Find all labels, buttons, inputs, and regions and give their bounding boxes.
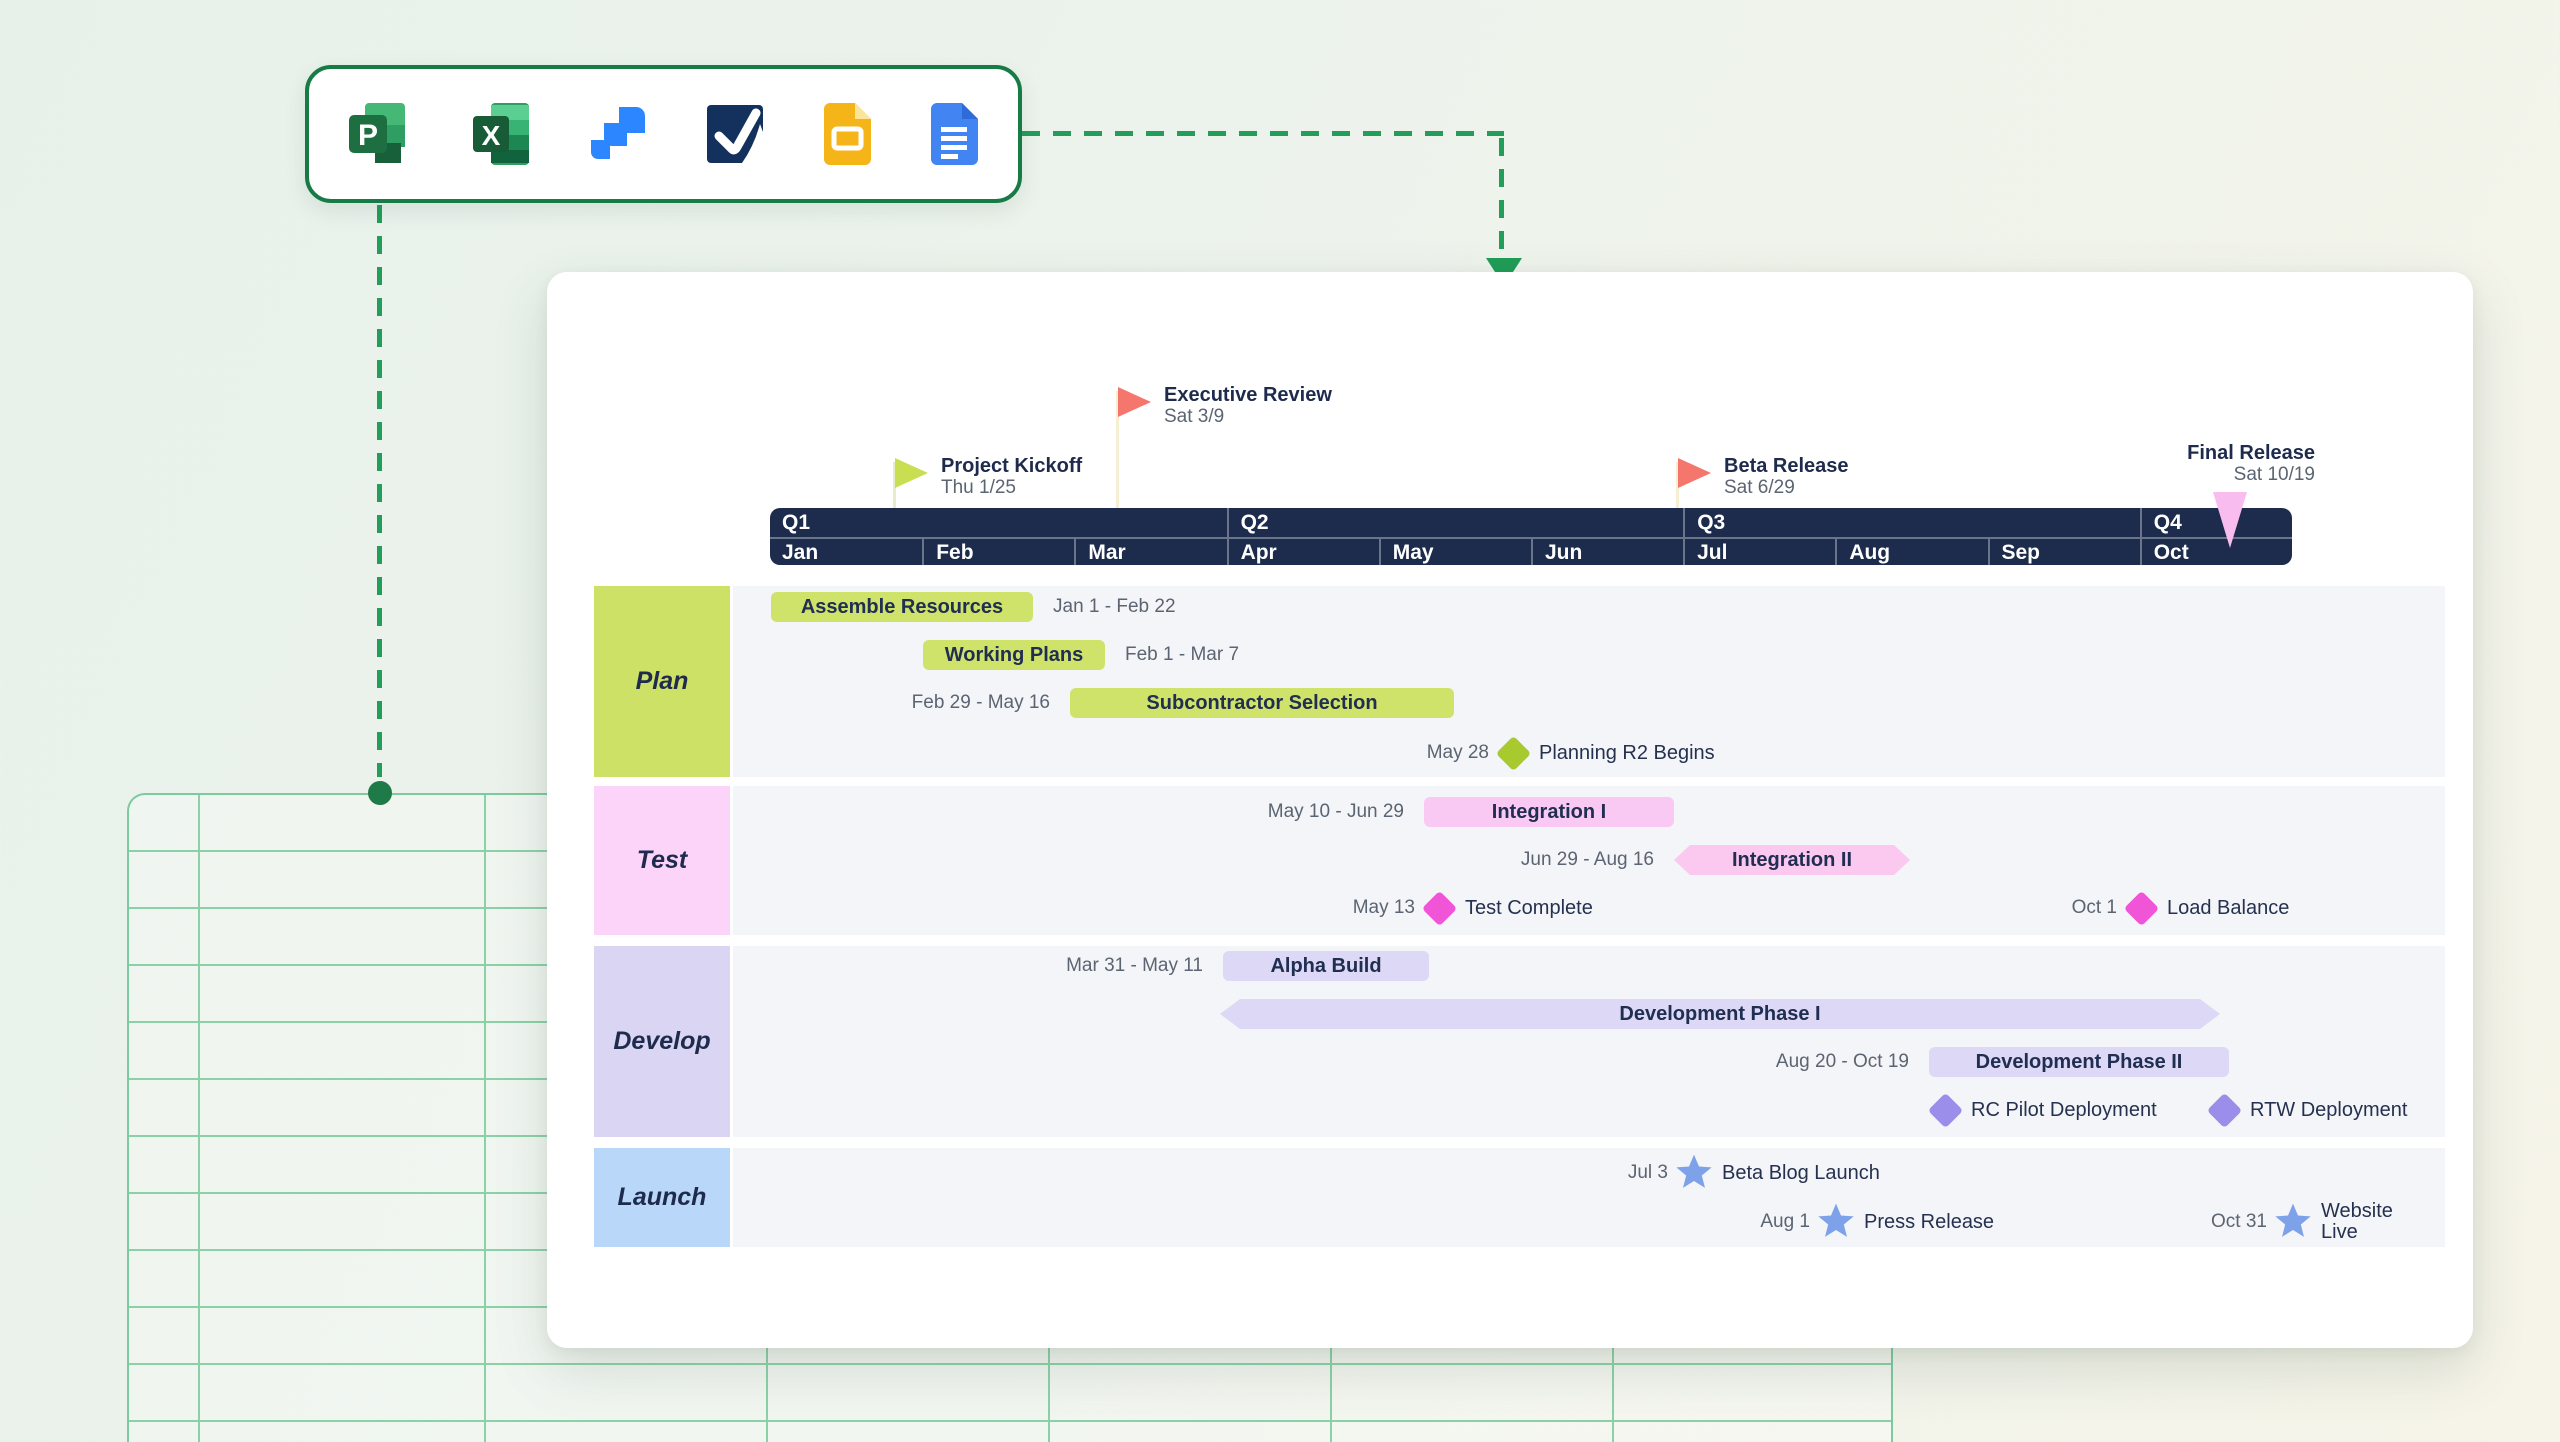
- milestone-label-group: Project KickoffThu 1/25: [941, 455, 1082, 499]
- quarter-cell: Q4: [2140, 508, 2292, 537]
- milestone-item-label: Test Complete: [1465, 893, 1593, 923]
- milestone-date: Sat 6/29: [1724, 477, 1849, 499]
- lane-label-plan: Plan: [594, 586, 730, 777]
- milestone-item-date: Oct 31: [2211, 1207, 2267, 1237]
- dashed-connector-horizontal: [1022, 131, 1504, 136]
- milestone-item-label: RTW Deployment: [2250, 1095, 2407, 1125]
- flag-icon[interactable]: [895, 458, 928, 488]
- lane-row-background: [733, 946, 2445, 1137]
- lane-label-develop: Develop: [594, 946, 730, 1137]
- lane-row-background: [733, 1148, 2445, 1247]
- month-cell: Aug: [1835, 537, 1987, 565]
- gantt-bar-label: Subcontractor Selection: [1070, 688, 1454, 718]
- milestone-label-group: Beta ReleaseSat 6/29: [1724, 455, 1849, 499]
- timeline-month-row: JanFebMarAprMayJunJulAugSepOct: [770, 537, 2292, 565]
- milestone-label-group: Final ReleaseSat 10/19: [2187, 442, 2315, 486]
- milestone-item-date: Aug 1: [1760, 1207, 1810, 1237]
- task-date-range: Mar 31 - May 11: [1066, 951, 1203, 981]
- timeline-quarter-row: Q1Q2Q3Q4: [770, 508, 2292, 537]
- gantt-card: Project KickoffThu 1/25Executive ReviewS…: [547, 272, 2473, 1348]
- milestone-item-label: Load Balance: [2167, 893, 2289, 923]
- task-date-range: Feb 1 - Mar 7: [1125, 640, 1239, 670]
- milestone-date: Sat 3/9: [1164, 406, 1332, 428]
- milestone-item-date: Jul 3: [1628, 1158, 1668, 1188]
- quarter-cell: Q2: [1227, 508, 1684, 537]
- milestone-item-date: May 28: [1427, 738, 1489, 768]
- flag-icon[interactable]: [1678, 458, 1711, 488]
- gantt-bar[interactable]: Development Phase II: [1929, 1047, 2229, 1077]
- milestone-item-label: Website Live: [2321, 1201, 2416, 1243]
- dashed-connector-vertical-right: [1499, 138, 1504, 256]
- month-cell: Oct: [2140, 537, 2292, 565]
- gantt-bar-label: Integration II: [1674, 845, 1910, 875]
- grid-column-line: [198, 795, 200, 1442]
- svg-text:P: P: [358, 119, 378, 152]
- month-cell: Jan: [770, 537, 922, 565]
- microsoft-project-icon[interactable]: P: [349, 103, 413, 165]
- gantt-bar-label: Development Phase I: [1220, 999, 2220, 1029]
- dashed-connector-vertical-left: [377, 205, 382, 777]
- month-cell: Jun: [1531, 537, 1683, 565]
- gantt-bar[interactable]: Working Plans: [923, 640, 1105, 670]
- milestone-label-group: Executive ReviewSat 3/9: [1164, 384, 1332, 428]
- gantt-bar[interactable]: Alpha Build: [1223, 951, 1429, 981]
- gantt-bar-label: Development Phase II: [1929, 1047, 2229, 1077]
- quarter-cell: Q3: [1683, 508, 2140, 537]
- svg-text:X: X: [481, 120, 500, 151]
- gantt-bar[interactable]: Subcontractor Selection: [1070, 688, 1454, 718]
- grid-column-line: [484, 795, 486, 1442]
- lane-label-launch: Launch: [594, 1148, 730, 1247]
- gantt-bar-label: Working Plans: [923, 640, 1105, 670]
- timeline-header: Q1Q2Q3Q4 JanFebMarAprMayJunJulAugSepOct: [770, 508, 2292, 565]
- smartsheet-icon[interactable]: [706, 104, 764, 164]
- month-cell: Jul: [1683, 537, 1835, 565]
- gantt-bar[interactable]: Assemble Resources: [771, 592, 1033, 622]
- month-cell: Apr: [1227, 537, 1379, 565]
- app-toolbar: P X: [305, 65, 1022, 203]
- microsoft-excel-icon[interactable]: X: [473, 103, 529, 165]
- gantt-bar-label: Assemble Resources: [771, 592, 1033, 622]
- task-date-range: Jun 29 - Aug 16: [1521, 845, 1654, 875]
- gantt-bar-label: Integration I: [1424, 797, 1674, 827]
- milestone-item-label: Press Release: [1864, 1207, 1994, 1237]
- milestone-item-date: Oct 1: [2072, 893, 2117, 923]
- task-date-range: May 10 - Jun 29: [1268, 797, 1404, 827]
- lane-label-test: Test: [594, 786, 730, 935]
- jira-icon[interactable]: [589, 105, 647, 163]
- month-cell: Mar: [1074, 537, 1226, 565]
- gantt-bar[interactable]: Integration II: [1674, 845, 1910, 875]
- connector-dot: [368, 781, 392, 805]
- gantt-bar[interactable]: Integration I: [1424, 797, 1674, 827]
- milestone-item-label: RC Pilot Deployment: [1971, 1095, 2157, 1125]
- month-cell: Feb: [922, 537, 1074, 565]
- milestone-title: Beta Release: [1724, 455, 1849, 477]
- milestone-item-label: Planning R2 Begins: [1539, 738, 1715, 768]
- milestone-item-date: May 13: [1353, 893, 1415, 923]
- milestone-title: Project Kickoff: [941, 455, 1082, 477]
- task-date-range: Aug 20 - Oct 19: [1776, 1047, 1909, 1077]
- google-slides-icon[interactable]: [824, 103, 871, 165]
- google-docs-icon[interactable]: [931, 103, 978, 165]
- month-cell: Sep: [1988, 537, 2140, 565]
- milestone-star-icon[interactable]: [2273, 1202, 2313, 1242]
- flag-icon[interactable]: [1118, 387, 1151, 417]
- task-date-range: Feb 29 - May 16: [912, 688, 1050, 718]
- milestone-star-icon[interactable]: [1816, 1202, 1856, 1242]
- month-cell: May: [1379, 537, 1531, 565]
- milestone-item-label: Beta Blog Launch: [1722, 1158, 1880, 1188]
- milestone-date: Sat 10/19: [2187, 464, 2315, 486]
- gantt-bar-label: Alpha Build: [1223, 951, 1429, 981]
- milestone-date: Thu 1/25: [941, 477, 1082, 499]
- task-date-range: Jan 1 - Feb 22: [1053, 592, 1176, 622]
- gantt-bar[interactable]: Development Phase I: [1220, 999, 2220, 1029]
- milestone-title: Final Release: [2187, 442, 2315, 464]
- quarter-cell: Q1: [770, 508, 1227, 537]
- milestone-star-icon[interactable]: [1674, 1153, 1714, 1193]
- milestone-title: Executive Review: [1164, 384, 1332, 406]
